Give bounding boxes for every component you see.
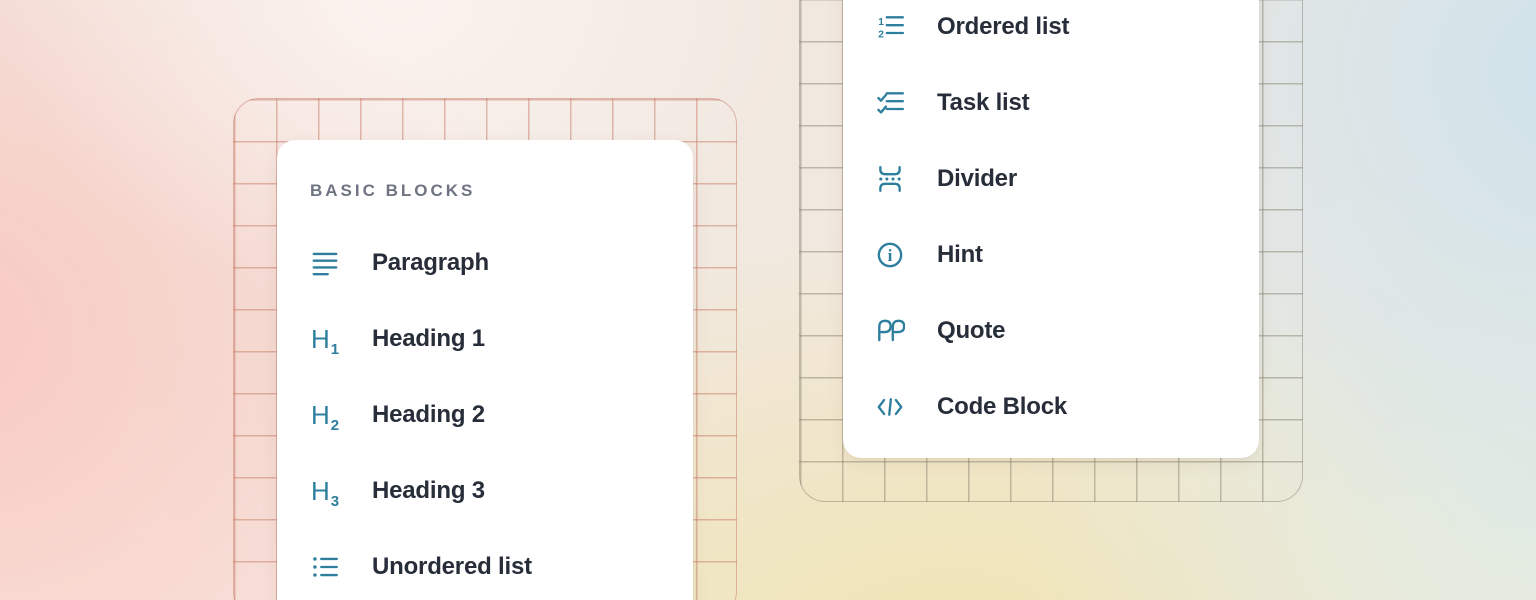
quote-icon bbox=[875, 316, 905, 346]
svg-text:1: 1 bbox=[878, 17, 884, 28]
blocks-rows: 1 2 Ordered list bbox=[843, 0, 1259, 445]
menu-item-hint[interactable]: i Hint bbox=[843, 217, 1259, 293]
ordered-list-icon: 1 2 bbox=[875, 12, 905, 42]
basic-blocks-rows: Paragraph H1 Heading 1 H2 Heading 2 H3 H… bbox=[277, 225, 693, 600]
menu-item-unordered-list[interactable]: Unordered list bbox=[277, 529, 693, 600]
paragraph-icon bbox=[310, 248, 340, 278]
section-header-basic-blocks: BASIC BLOCKS bbox=[310, 182, 693, 199]
menu-item-heading-2[interactable]: H2 Heading 2 bbox=[277, 377, 693, 453]
task-list-icon bbox=[875, 88, 905, 118]
menu-item-divider[interactable]: Divider bbox=[843, 141, 1259, 217]
blocks-menu-continued: 1 2 Ordered list bbox=[843, 0, 1259, 458]
menu-item-code-block[interactable]: Code Block bbox=[843, 369, 1259, 445]
menu-item-label: Hint bbox=[937, 241, 983, 269]
menu-item-label: Ordered list bbox=[937, 13, 1069, 41]
basic-blocks-menu: BASIC BLOCKS Paragraph H1 Heading 1 bbox=[277, 140, 693, 600]
menu-item-label: Task list bbox=[937, 89, 1029, 117]
menu-item-label: Heading 1 bbox=[372, 325, 485, 353]
hint-icon: i bbox=[875, 240, 905, 270]
menu-item-label: Heading 2 bbox=[372, 401, 485, 429]
menu-item-label: Code Block bbox=[937, 393, 1067, 421]
editor-insert-menu-illustration: BASIC BLOCKS Paragraph H1 Heading 1 bbox=[0, 0, 1536, 600]
menu-item-label: Paragraph bbox=[372, 249, 489, 277]
heading-1-icon: H1 bbox=[310, 324, 340, 354]
menu-item-heading-3[interactable]: H3 Heading 3 bbox=[277, 453, 693, 529]
menu-item-label: Heading 3 bbox=[372, 477, 485, 505]
menu-item-ordered-list[interactable]: 1 2 Ordered list bbox=[843, 0, 1259, 65]
heading-2-icon: H2 bbox=[310, 400, 340, 430]
menu-item-label: Quote bbox=[937, 317, 1005, 345]
menu-item-label: Divider bbox=[937, 165, 1017, 193]
code-block-icon bbox=[875, 392, 905, 422]
unordered-list-icon bbox=[310, 552, 340, 582]
menu-item-task-list[interactable]: Task list bbox=[843, 65, 1259, 141]
menu-item-label: Unordered list bbox=[372, 553, 532, 581]
svg-text:i: i bbox=[888, 246, 893, 265]
svg-text:2: 2 bbox=[878, 29, 884, 40]
menu-item-quote[interactable]: Quote bbox=[843, 293, 1259, 369]
heading-3-icon: H3 bbox=[310, 476, 340, 506]
menu-item-paragraph[interactable]: Paragraph bbox=[277, 225, 693, 301]
divider-icon bbox=[875, 164, 905, 194]
menu-item-heading-1[interactable]: H1 Heading 1 bbox=[277, 301, 693, 377]
